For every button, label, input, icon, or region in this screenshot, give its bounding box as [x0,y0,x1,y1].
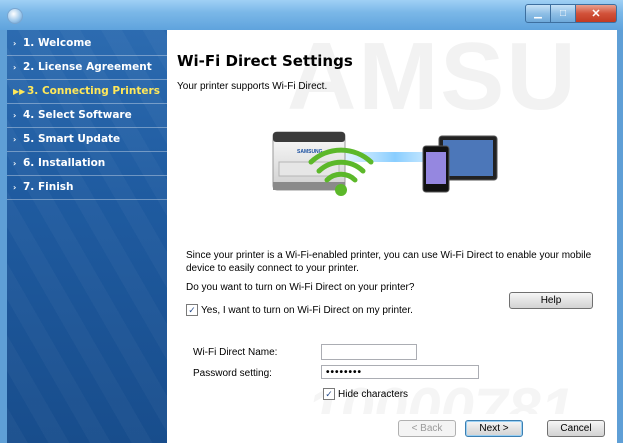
password-input[interactable]: •••••••• [321,365,479,379]
wifi-direct-description: Since your printer is a Wi-Fi-enabled pr… [186,250,592,274]
app-globe-icon [7,8,23,24]
wifi-direct-illustration: SAMSUNG [265,122,505,212]
enable-wifi-direct-checkbox[interactable]: ✓ [186,304,198,316]
next-button[interactable]: Next > [465,420,523,437]
main-panel: AMSU 10000781 Wi-Fi Direct Settings Your… [167,30,617,414]
step-arrow-icon: › [13,111,17,120]
step-arrow-icon: › [13,39,17,48]
step-arrow-icon: › [13,183,17,192]
title-bar: ▁ □ ✕ [0,0,623,30]
sidebar-step-finish: › 7. Finish [7,176,167,200]
step-arrow-icon: › [13,159,17,168]
sidebar-step-license: › 2. License Agreement [7,56,167,80]
cancel-button[interactable]: Cancel [547,420,605,437]
close-button[interactable]: ✕ [576,4,617,23]
hide-characters-label: Hide characters [338,388,409,400]
sidebar-step-welcome: › 1. Welcome [7,32,167,56]
checkmark-icon: ✓ [325,389,333,399]
step-label: 7. Finish [23,181,74,193]
maximize-button[interactable]: □ [551,4,576,23]
checkmark-icon: ✓ [188,305,196,315]
step-label: 6. Installation [23,157,106,169]
sidebar-step-connecting-printers: ▶▶ 3. Connecting Printers [7,80,167,104]
close-icon: ✕ [591,8,601,20]
window-controls: ▁ □ ✕ [525,4,617,23]
enable-wifi-direct-option[interactable]: ✓ Yes, I want to turn on Wi-Fi Direct on… [186,304,413,316]
password-label: Password setting: [193,368,272,379]
sidebar-step-installation: › 6. Installation [7,152,167,176]
step-label: 5. Smart Update [23,133,121,145]
step-arrow-icon: › [13,63,17,72]
installer-window: ▁ □ ✕ › 1. Welcome › 2. License Agreement … [0,0,623,443]
sidebar-step-select-software: › 4. Select Software [7,104,167,128]
enable-wifi-direct-label: Yes, I want to turn on Wi-Fi Direct on m… [201,304,413,316]
step-label: 4. Select Software [23,109,132,121]
page-subtitle: Your printer supports Wi-Fi Direct. [177,81,328,92]
active-step-arrow-icon: ▶▶ [13,87,26,96]
step-label: 2. License Agreement [23,61,152,73]
hide-characters-option[interactable]: ✓ Hide characters [323,388,408,400]
window-frame-left [0,30,7,443]
help-button[interactable]: Help [509,292,593,309]
minimize-button[interactable]: ▁ [525,4,551,23]
window-frame-right [617,30,623,443]
phone-icon [422,145,450,193]
wifi-direct-name-label: Wi-Fi Direct Name: [193,347,278,358]
step-label: 1. Welcome [23,37,92,49]
page-title: Wi-Fi Direct Settings [177,52,353,70]
sidebar-step-smart-update: › 5. Smart Update [7,128,167,152]
brand-watermark: AMSU [287,30,578,130]
steps-sidebar: › 1. Welcome › 2. License Agreement ▶▶ 3. C… [7,30,167,443]
step-label: 3. Connecting Printers [27,85,160,97]
enable-question: Do you want to turn on Wi-Fi Direct on y… [186,282,415,293]
wifi-direct-name-input[interactable] [321,344,417,360]
step-arrow-icon: › [13,135,17,144]
illustration-graphic: SAMSUNG [272,131,498,196]
back-button[interactable]: < Back [398,420,456,437]
maximize-icon: □ [559,8,567,19]
wizard-footer: < Back Next > Cancel [167,414,617,443]
hide-characters-checkbox[interactable]: ✓ [323,388,335,400]
minimize-icon: ▁ [534,8,542,19]
